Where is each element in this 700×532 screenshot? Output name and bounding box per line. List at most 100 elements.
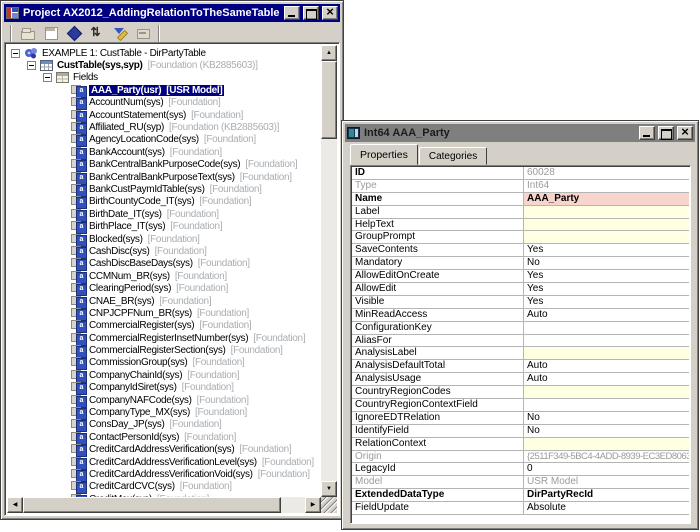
tree-field-item[interactable]: BankAccount(sys) [Foundation] [7,146,321,160]
tree-field-label-group: CreditCardAddressVerification(sys) [Foun… [89,444,292,455]
tree-vertical-scrollbar[interactable]: ▲ ▼ [321,45,337,497]
property-value[interactable] [524,335,689,347]
toolbar-separator [158,24,160,42]
tree-field-item[interactable]: CashDisc(sys) [Foundation] [7,245,321,259]
fields-folder-icon [56,72,69,84]
filter-icon[interactable] [109,24,130,43]
maximize-button[interactable] [658,126,674,140]
tree-field-label-group: CommercialRegister(sys) [Foundation] [89,320,252,331]
field-model-suffix: [Foundation] [245,159,298,171]
property-row: MinReadAccess Auto [352,308,689,322]
property-label: AnalysisLabel [352,347,524,360]
property-value[interactable]: Auto [524,309,689,321]
tree-field-label-group: Blocked(sys) [Foundation] [89,234,200,245]
property-value[interactable]: Auto [524,360,689,372]
tree-field-item[interactable]: BirthCountyCode_IT(sys) [Foundation] [7,196,321,210]
horizontal-scroll-thumb[interactable] [23,497,281,513]
tree-field-item[interactable]: CompanyNAFCode(sys) [Foundation] [7,394,321,408]
property-value[interactable]: AAA_Party [524,192,689,205]
tree-field-item[interactable]: CreditCardAddressVerificationVoid(sys) [… [7,468,321,482]
project-window-titlebar[interactable]: Project AX2012_AddingRelationToTheSameTa… [4,4,340,22]
property-value[interactable]: No [524,425,689,437]
field-name: AgencyLocationCode(sys) [89,134,199,146]
property-value[interactable] [524,322,689,334]
property-value[interactable] [524,205,689,218]
property-value[interactable] [524,231,689,244]
tree-field-item[interactable]: CommercialRegisterSection(sys) [Foundati… [7,344,321,359]
minimize-button[interactable] [639,126,655,140]
tree-field-item[interactable]: CreditCardCVC(sys) [Foundation] [7,481,321,495]
tree-field-item[interactable]: CommercialRegisterInsetNumber(sys) [Foun… [7,332,321,346]
import-icon[interactable] [86,24,107,43]
collapse-icon[interactable] [27,61,36,71]
tree-field-item[interactable]: BirthPlace_IT(sys) [Foundation] [7,220,321,235]
tree-field-item[interactable]: CNPJCPFNum_BR(sys) [Foundation] [7,307,321,321]
tree-field-item[interactable]: Blocked(sys) [Foundation] [7,233,321,247]
property-value[interactable]: Auto [524,373,689,385]
property-value[interactable] [524,347,689,360]
tree-field-item[interactable]: CashDiscBaseDays(sys) [Foundation] [7,258,321,272]
tree-field-item[interactable]: CreditCardAddressVerification(sys) [Foun… [7,444,321,458]
tree-field-item[interactable]: CompanyType_MX(sys) [Foundation] [7,406,321,421]
tree-field-item[interactable]: CompanyIdSiret(sys) [Foundation] [7,382,321,396]
tree-field-item[interactable]: CompanyChainId(sys) [Foundation] [7,369,321,383]
tree-field-item[interactable]: BirthDate_IT(sys) [Foundation] [7,208,321,222]
property-row: ID 60028 [352,167,689,180]
tree-field-item[interactable]: BankCustPaymIdTable(sys) [Foundation] [7,183,321,197]
maximize-button[interactable] [303,6,319,20]
resize-grip[interactable] [321,497,337,513]
properties-window-titlebar[interactable]: Int64 AAA_Party [345,124,695,142]
scroll-left-button[interactable]: ◀ [7,497,23,513]
field-icon [71,431,87,445]
field-model-suffix: [Foundation] [184,431,237,443]
vertical-scroll-thumb[interactable] [321,61,337,139]
collapse-icon[interactable] [11,48,20,58]
scroll-up-button[interactable]: ▲ [321,45,337,61]
property-value[interactable]: No [524,257,689,269]
property-value[interactable] [524,437,689,450]
close-button[interactable] [677,125,693,140]
tree-field-item[interactable]: CNAE_BR(sys) [Foundation] [7,295,321,309]
scroll-down-button[interactable]: ▼ [321,481,337,497]
scroll-right-button[interactable]: ▶ [305,497,321,513]
property-value[interactable]: {2511F349-5BC4-4ADD-8939-EC3ED806392A} [524,451,689,463]
property-value[interactable]: Absolute [524,502,689,514]
close-button[interactable] [322,5,338,20]
minimize-button[interactable] [284,6,300,20]
tree-field-item[interactable]: BankCentralBankPurposeCode(sys) [Foundat… [7,159,321,173]
tree-field-item[interactable]: ConsDay_JP(sys) [Foundation] [7,419,321,433]
property-value[interactable]: Yes [524,283,689,295]
tab-categories[interactable]: Categories [418,147,488,165]
tree-field-item[interactable]: CCMNum_BR(sys) [Foundation] [7,270,321,284]
property-value[interactable] [524,399,689,411]
tree-node-fields[interactable]: Fields [7,72,321,84]
property-value[interactable]: USR Model [524,476,689,488]
property-value[interactable]: No [524,412,689,424]
property-value[interactable]: DirPartyRecId [524,489,689,501]
tree-field-item[interactable]: AccountStatement(sys) [Foundation] [7,109,321,123]
tree-field-item[interactable]: Affiliated_RU(syp) [Foundation (KB288560… [7,121,321,136]
tab-properties[interactable]: Properties [350,144,418,165]
property-value[interactable]: Yes [524,244,689,256]
tree-field-item[interactable]: AAA_Party(usr) [USR Model] [7,84,321,98]
tree-horizontal-scrollbar[interactable]: ◀ ▶ [7,497,321,513]
tree-field-item[interactable]: ClearingPeriod(sys) [Foundation] [7,282,321,297]
property-value[interactable] [524,218,689,231]
tree-node-custtable[interactable]: CustTable(sys,syp) [Foundation (KB288560… [7,59,321,72]
tree-field-item[interactable]: CommercialRegister(sys) [Foundation] [7,320,321,334]
tree-field-item[interactable]: BankCentralBankPurposeText(sys) [Foundat… [7,171,321,185]
property-value[interactable] [524,386,689,399]
tree-field-item[interactable]: AgencyLocationCode(sys) [Foundation] [7,134,321,148]
tree-field-item[interactable]: CreditCardAddressVerificationLevel(sys) … [7,456,321,470]
property-value[interactable]: Int64 [524,180,689,192]
tree-node-project[interactable]: EXAMPLE 1: CustTable - DirPartyTable [7,47,321,59]
compile-icon[interactable] [63,24,84,43]
tree-field-item[interactable]: ContactPersonId(sys) [Foundation] [7,431,321,445]
collapse-icon[interactable] [43,73,52,83]
property-value[interactable]: 60028 [524,167,689,179]
property-value[interactable]: 0 [524,463,689,475]
tree-field-item[interactable]: CommissionGroup(sys) [Foundation] [7,357,321,371]
property-value[interactable]: Yes [524,270,689,282]
tree-field-item[interactable]: AccountNum(sys) [Foundation] [7,97,321,111]
property-value[interactable]: Yes [524,296,689,308]
